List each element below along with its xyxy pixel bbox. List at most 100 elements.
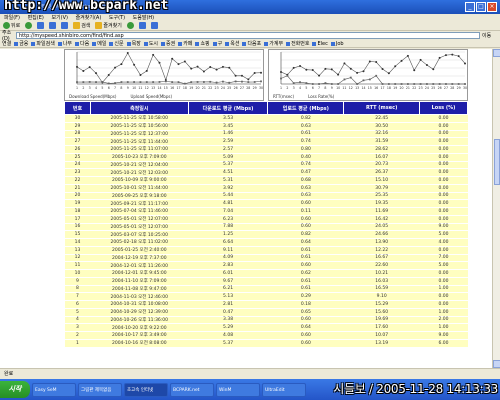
data-point	[375, 61, 378, 64]
maximize-button[interactable]: □	[476, 2, 486, 12]
table-cell: 31.59	[343, 137, 420, 146]
data-point	[183, 82, 186, 85]
link-item[interactable]: 쇼핑	[195, 40, 210, 47]
link-item[interactable]: 메일	[92, 40, 106, 47]
scroll-thumb[interactable]	[494, 139, 500, 185]
history-button[interactable]	[126, 22, 134, 29]
links-bar: 연결 금융 파일검색 나무 다음 메일 신문 목장 도시 증권 카페 쇼핑 구 옥션 다음포 가계부 전화번호 E…	[0, 40, 500, 48]
favorites-button[interactable]: 즐겨찾기	[95, 22, 122, 29]
table-cell: 28.62	[343, 145, 420, 154]
data-point	[171, 81, 174, 83]
refresh-button[interactable]	[49, 22, 57, 29]
link-item[interactable]: 옥션	[225, 40, 239, 47]
stop-button[interactable]	[37, 22, 45, 29]
mail-button[interactable]	[138, 22, 146, 29]
minimize-button[interactable]: _	[465, 2, 475, 12]
data-point	[330, 83, 333, 85]
data-point	[177, 81, 180, 83]
data-point	[419, 83, 422, 85]
link-item[interactable]: 신문	[109, 40, 124, 47]
link-item[interactable]: 금융	[14, 40, 28, 47]
link-item[interactable]: 나무	[57, 40, 72, 47]
link-item[interactable]: 구	[212, 40, 222, 47]
page-icon	[264, 41, 269, 46]
taskbar-button[interactable]: Easy SeM	[32, 382, 76, 397]
link-item[interactable]: Elec	[312, 41, 328, 47]
data-point	[145, 81, 148, 83]
table-cell: 5.37	[188, 161, 268, 170]
page-icon	[286, 41, 291, 46]
link-item[interactable]: Job	[330, 41, 344, 47]
link-item[interactable]: 다음포	[242, 40, 261, 47]
table-cell: 3.92	[188, 184, 268, 193]
link-item[interactable]: 목장	[126, 40, 141, 47]
data-point	[196, 81, 199, 83]
data-point	[324, 82, 327, 84]
taskbar-button[interactable]: BCPARK.net	[170, 382, 214, 397]
table-cell: 9.11	[188, 246, 268, 255]
data-point	[253, 81, 256, 83]
window-controls: _ □ ×	[465, 2, 497, 12]
link-item[interactable]: 파일검색	[31, 40, 55, 47]
start-button[interactable]: 시작	[0, 381, 30, 398]
link-item[interactable]: 전화번호	[286, 40, 309, 47]
data-point	[120, 63, 123, 66]
table-cell: 0.00	[419, 246, 468, 255]
table-row: 5 2004-10-29 오전 12:39:00 0.47 0.65 15.60 1.00	[64, 308, 468, 317]
data-point	[324, 67, 327, 70]
vertical-scrollbar[interactable]	[492, 49, 500, 368]
link-item[interactable]: 가계부	[264, 40, 283, 47]
back-button[interactable]: 뒤로	[3, 22, 20, 29]
scroll-down-button[interactable]	[493, 360, 500, 368]
table-cell: 0.63	[267, 184, 344, 193]
address-input[interactable]: http://myspeed.shinbiro.com/find/find.as…	[16, 32, 480, 39]
history-icon	[126, 22, 134, 29]
table-cell: 2004-12-01 오후 9:45:00	[90, 269, 189, 278]
table-cell: 5.00	[419, 230, 468, 239]
taskbar-button[interactable]: WinM	[216, 382, 260, 397]
print-button[interactable]	[150, 22, 158, 29]
latency-legend: RTT(msec) Loss Rate(%)	[273, 94, 334, 99]
link-item[interactable]: 도시	[143, 40, 158, 47]
x-tick-label: 16	[170, 86, 174, 90]
page-icon	[178, 41, 183, 46]
taskbar-button-active[interactable]: 초고속 인터넷	[124, 382, 168, 397]
table-row: 26 2005-11-25 오후 11:07:00 2.57 0.80 28.62 0.0…	[64, 145, 468, 154]
search-button[interactable]: 검색	[73, 22, 90, 29]
table-cell: 0.47	[188, 308, 268, 317]
table-cell: 10.07	[343, 331, 420, 340]
data-point	[438, 56, 441, 59]
taskbar-button[interactable]: 그림판 제목없음	[78, 382, 122, 397]
data-point	[215, 68, 218, 71]
data-point	[152, 81, 155, 83]
table-cell: 2.57	[188, 145, 268, 154]
table-cell: 7.04	[188, 207, 268, 216]
table-row: 2 2004-10-17 오후 3:49:00 4.08 0.60 10.07 9.00	[64, 331, 468, 340]
data-point	[425, 64, 428, 67]
table-cell: 11	[64, 261, 91, 270]
go-button[interactable]: 이동	[482, 32, 500, 39]
home-button[interactable]	[61, 22, 69, 29]
scroll-up-button[interactable]	[493, 49, 500, 57]
table-cell: 22	[64, 176, 91, 185]
table-cell: 2004-10-31 오후 10:08:00	[90, 300, 189, 309]
data-point	[419, 58, 422, 61]
table-row: 28 2005-11-25 오후 12:37:00 1.46 0.61 32.16 0.0…	[64, 130, 468, 139]
data-point	[260, 80, 262, 83]
x-tick-label: 4	[95, 86, 97, 90]
taskbar-button[interactable]: UltraEdit	[262, 382, 306, 397]
forward-button[interactable]	[25, 22, 33, 29]
data-point	[209, 66, 212, 69]
link-item[interactable]: 카페	[178, 40, 192, 47]
page-content: 1 2 3 4 5 6 7 8 9 10 11 12 13 14 15 16 17 18 19 20 21 22 23 24 2…	[0, 49, 492, 368]
page-icon	[109, 41, 114, 46]
data-point	[260, 71, 262, 74]
home-icon	[61, 22, 69, 29]
link-item[interactable]: 다음	[75, 40, 89, 47]
link-item[interactable]: 증권	[161, 40, 175, 47]
table-row: 4 2004-10-26 오후 11:36:00 3.38 0.60 19.69 2.00	[64, 316, 468, 325]
table-row: 18 2005-07-04 오후 11:46:00 7.04 0.11 11.69 0.0…	[64, 207, 468, 216]
table-cell: 0.00	[419, 269, 468, 278]
table-cell: 5.29	[188, 323, 268, 332]
close-button[interactable]: ×	[487, 2, 497, 12]
